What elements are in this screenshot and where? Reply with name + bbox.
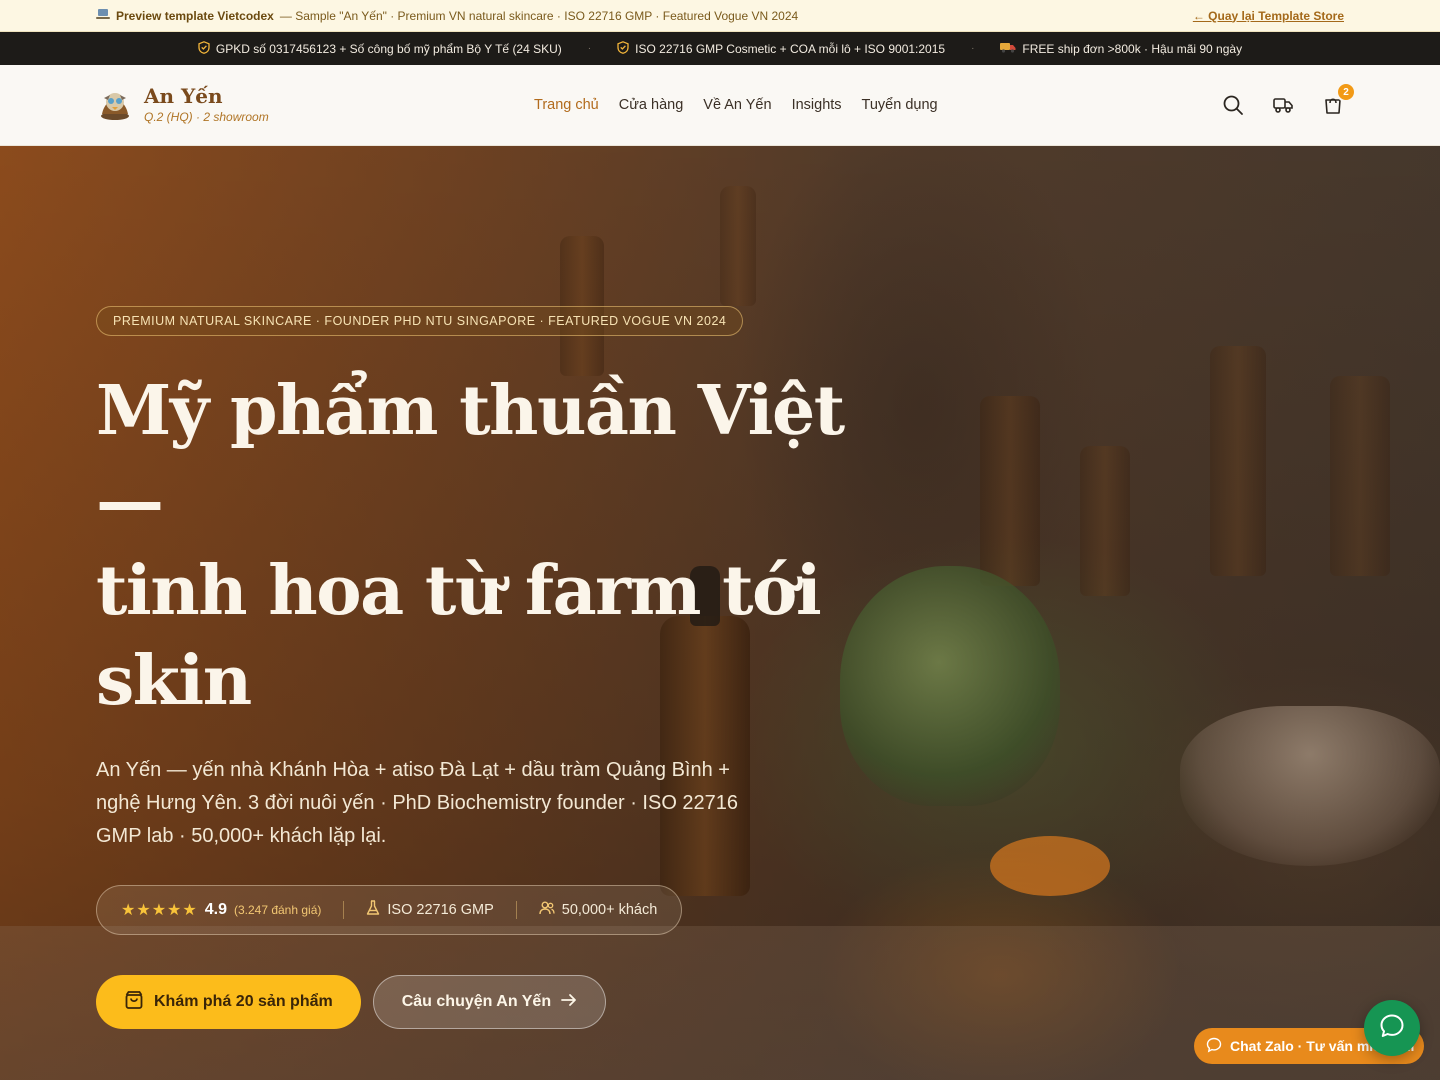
preview-brand: Preview template Vietcodex — [116, 8, 274, 23]
iso-stat-label: ISO 22716 GMP — [387, 902, 494, 918]
trust-text-iso: ISO 22716 GMP Cosmetic + COA mỗi lô + IS… — [635, 41, 946, 56]
nav-item-careers[interactable]: Tuyển dụng — [862, 97, 938, 113]
star-rating-icon: ★★★★★ — [121, 902, 198, 919]
trust-bar: GPKD số 0317456123 + Số công bố mỹ phẩm … — [0, 32, 1440, 65]
nav-item-insights[interactable]: Insights — [792, 97, 842, 113]
search-icon[interactable] — [1222, 94, 1244, 116]
stat-divider — [515, 901, 517, 919]
hero-ctas: Khám phá 20 sản phẩm Câu chuyện An Yến — [96, 975, 896, 1029]
explore-products-label: Khám phá 20 sản phẩm — [154, 993, 333, 1010]
trust-text-shipping: FREE ship đơn >800k · Hậu mãi 90 ngày — [1022, 41, 1243, 56]
hero-content: PREMIUM NATURAL SKINCARE · FOUNDER PHD N… — [96, 306, 896, 1029]
main-nav: Trang chủ Cửa hàng Về An Yến Insights Tu… — [534, 97, 938, 113]
rating-stat: ★★★★★ 4.9 (3.247 đánh giá) — [121, 900, 321, 920]
customers-stat-label: 50,000+ khách — [561, 902, 658, 918]
stat-divider — [343, 901, 345, 919]
explore-products-button[interactable]: Khám phá 20 sản phẩm — [96, 975, 361, 1029]
customers-stat: 50,000+ khách — [539, 901, 658, 919]
cart-count-badge: 2 — [1336, 82, 1356, 102]
arrow-right-icon — [561, 993, 577, 1012]
site-header: An Yến Q.2 (HQ) · 2 showroom Trang chủ C… — [0, 65, 1440, 146]
trust-separator: · — [587, 43, 592, 54]
back-to-template-store-link[interactable]: ← Quay lại Template Store — [1193, 9, 1344, 23]
hero-eyebrow-badge: PREMIUM NATURAL SKINCARE · FOUNDER PHD N… — [96, 306, 744, 336]
iso-stat: ISO 22716 GMP — [366, 900, 494, 920]
logo-mark-icon — [96, 86, 134, 124]
trust-item-iso: ISO 22716 GMP Cosmetic + COA mỗi lô + IS… — [617, 40, 946, 57]
hero-description: An Yến — yến nhà Khánh Hòa + atiso Đà Lạ… — [96, 759, 739, 847]
logo-subtitle: Q.2 (HQ) · 2 showroom — [144, 110, 269, 124]
shield-check-icon — [198, 40, 210, 57]
message-circle-icon — [1379, 1013, 1405, 1044]
logo-name: An Yến — [144, 84, 223, 108]
users-icon — [539, 901, 555, 919]
nav-item-about[interactable]: Về An Yến — [703, 97, 771, 113]
chat-bubble-icon — [1206, 1037, 1222, 1056]
trust-separator: · — [971, 43, 975, 54]
header-actions: 2 — [1222, 82, 1356, 116]
nav-item-home[interactable]: Trang chủ — [534, 97, 599, 113]
preview-text: — Sample "An Yến" · Premium VN natural s… — [279, 8, 799, 23]
hero-section: PREMIUM NATURAL SKINCARE · FOUNDER PHD N… — [0, 146, 1440, 1080]
cart-icon[interactable]: 2 — [1322, 82, 1356, 116]
logo[interactable]: An Yến Q.2 (HQ) · 2 showroom — [96, 86, 496, 124]
flask-icon — [366, 900, 380, 920]
nav-item-shop[interactable]: Cửa hàng — [619, 97, 684, 113]
rating-value: 4.9 — [204, 901, 227, 918]
preview-bar-info: Preview template Vietcodex — Sample "An … — [96, 8, 798, 23]
truck-emoji-icon — [1000, 42, 1016, 56]
chat-fab-button[interactable] — [1364, 1000, 1420, 1056]
trust-item-shipping: FREE ship đơn >800k · Hậu mãi 90 ngày — [1000, 42, 1242, 56]
laptop-icon — [96, 8, 110, 23]
rating-count: (3.247 đánh giá) — [233, 903, 322, 917]
truck-icon[interactable] — [1272, 94, 1294, 116]
trust-item-license: GPKD số 0317456123 + Số công bố mỹ phẩm … — [198, 40, 562, 57]
shopping-bag-icon — [124, 990, 144, 1015]
preview-bar: Preview template Vietcodex — Sample "An … — [0, 0, 1440, 32]
trust-text-license: GPKD số 0317456123 + Số công bố mỹ phẩm … — [215, 41, 562, 56]
hero-stats-bar: ★★★★★ 4.9 (3.247 đánh giá) ISO 22716 GMP… — [96, 885, 683, 935]
shield-check-icon — [617, 40, 629, 57]
brand-story-label: Câu chuyện An Yến — [401, 993, 552, 1010]
headline-line: skin — [96, 641, 252, 721]
brand-story-button[interactable]: Câu chuyện An Yến — [372, 975, 607, 1029]
hero-headline: Mỹ phẩm thuần Việt — tinh hoa từ farm tớ… — [96, 366, 896, 726]
headline-line: Mỹ phẩm thuần Việt — — [96, 371, 845, 541]
headline-line: tinh hoa từ farm tới — [96, 551, 822, 631]
